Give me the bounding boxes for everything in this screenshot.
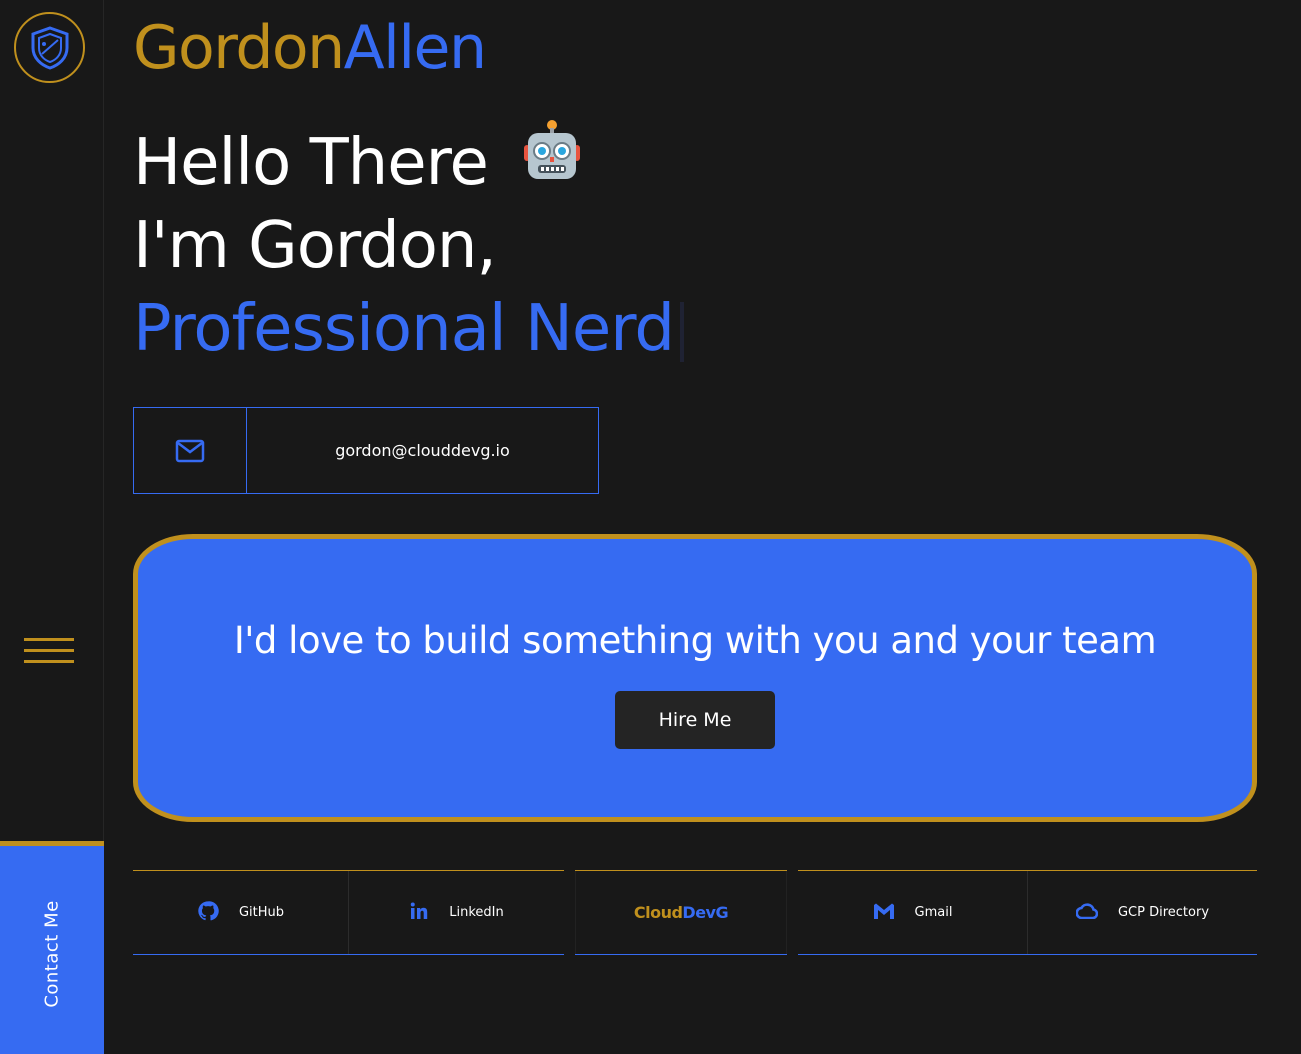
clouddevg-logo: CloudDevG <box>633 903 729 922</box>
brand-name[interactable]: GordonAllen <box>133 12 487 84</box>
hero-role: Professional Nerd <box>133 292 675 366</box>
hero-heading: Hello There I'm Gordon, Professional Ner… <box>133 119 685 371</box>
hero-greeting-line: Hello There <box>133 119 684 205</box>
github-label: GitHub <box>238 905 285 920</box>
linkedin-label: LinkedIn <box>449 905 504 920</box>
footer-brand-box: CloudDevG <box>575 870 787 955</box>
contact-me-button[interactable]: Contact Me <box>0 841 104 1054</box>
mail-icon[interactable] <box>134 408 247 493</box>
hire-cta-panel: I'd love to build something with you and… <box>133 534 1257 822</box>
gcp-directory-link[interactable]: GCP Directory <box>1027 871 1257 954</box>
hire-me-button[interactable]: Hire Me <box>615 691 775 749</box>
hero-greeting: Hello There <box>133 126 489 200</box>
github-link[interactable]: GitHub <box>133 871 348 954</box>
typing-cursor <box>680 302 685 363</box>
gmail-link[interactable]: Gmail <box>798 871 1027 954</box>
hamburger-menu-icon[interactable] <box>24 638 74 666</box>
email-address[interactable]: gordon@clouddevg.io <box>247 408 598 493</box>
gmail-icon <box>873 902 895 924</box>
gmail-label: Gmail <box>914 905 953 920</box>
linkedin-icon <box>409 901 429 925</box>
sidebar: Contact Me <box>0 0 104 1054</box>
gcp-directory-label: GCP Directory <box>1117 905 1210 920</box>
hero-role-line: Professional Nerd <box>133 288 685 371</box>
footer-links-left: GitHub LinkedIn <box>133 870 564 955</box>
brand-first-name: Gordon <box>133 13 345 83</box>
shield-logo-icon[interactable] <box>14 12 85 83</box>
cta-text: I'd love to build something with you and… <box>233 619 1157 662</box>
hero-intro: I'm Gordon, <box>133 209 497 283</box>
gcp-cloud-icon <box>1075 902 1099 923</box>
contact-me-label: Contact Me <box>41 900 63 1008</box>
clouddevg-logo-part2: DevG <box>682 903 729 922</box>
footer-links-right: Gmail GCP Directory <box>798 870 1257 955</box>
brand-last-name: Allen <box>343 13 487 83</box>
linkedin-link[interactable]: LinkedIn <box>348 871 564 954</box>
email-contact-box: gordon@clouddevg.io <box>133 407 599 494</box>
github-icon <box>197 900 219 926</box>
clouddevg-logo-part1: Cloud <box>633 903 683 922</box>
clouddevg-link[interactable]: CloudDevG <box>575 871 787 954</box>
robot-emoji-icon <box>521 119 583 204</box>
